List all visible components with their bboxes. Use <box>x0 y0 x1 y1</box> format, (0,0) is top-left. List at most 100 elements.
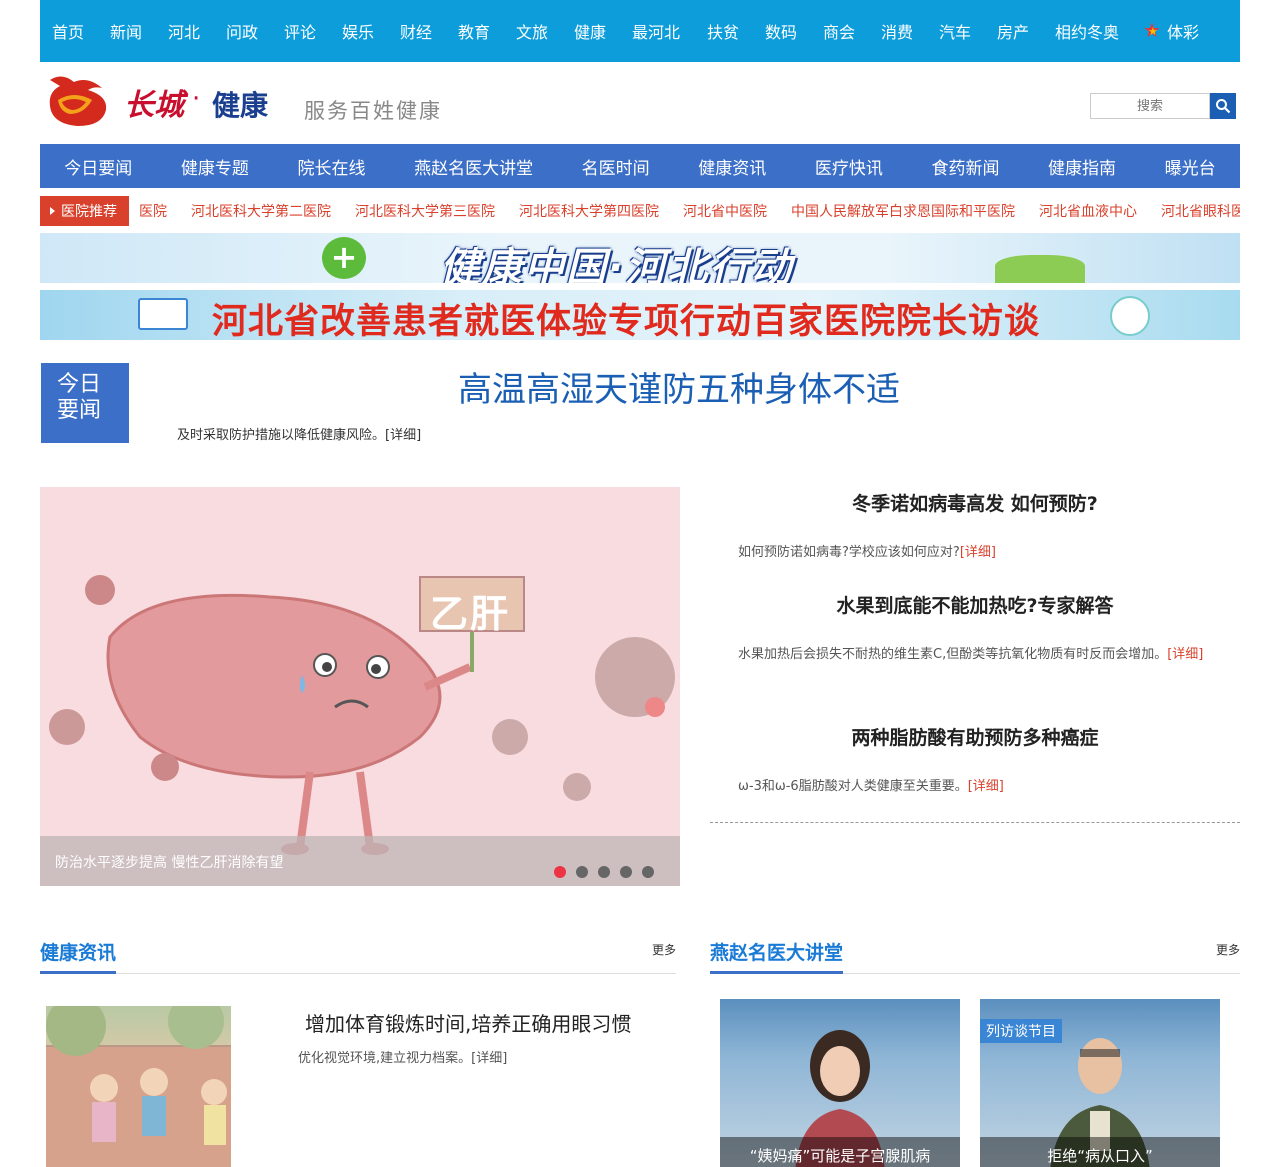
section-title[interactable]: 燕赵名医大讲堂 <box>710 938 844 974</box>
slider-sign-text: 乙肝 <box>430 592 511 636</box>
top-nav-item[interactable]: 最河北 <box>632 19 707 43</box>
main-nav-item[interactable]: 医疗快讯 <box>815 154 883 179</box>
badge-line: 要闻 <box>57 398 102 423</box>
article-title[interactable]: 增加体育锻炼时间,培养正确用眼习惯 <box>305 1008 631 1037</box>
slider-dot[interactable] <box>620 866 632 878</box>
top-nav-item[interactable]: 财经 <box>400 19 458 43</box>
main-nav-item[interactable]: 今日要闻 <box>64 154 132 179</box>
news-more-link[interactable]: [详细] <box>960 545 996 560</box>
news-more-link[interactable]: [详细] <box>968 779 1004 794</box>
headline-desc[interactable]: 及时采取防护措施以降低健康风险。[详细] <box>177 424 421 443</box>
slider-dot[interactable] <box>554 866 566 878</box>
top-nav-item[interactable]: 河北 <box>168 19 226 43</box>
top-nav-item[interactable]: 数码 <box>765 19 823 43</box>
slider-dot[interactable] <box>598 866 610 878</box>
top-nav-item[interactable]: 文旅 <box>516 19 574 43</box>
great-wall-logo-icon <box>49 76 107 126</box>
top-nav-item[interactable]: 扶贫 <box>707 19 765 43</box>
search-input[interactable] <box>1090 93 1210 119</box>
hospital-recommend-label: 医院推荐 <box>61 204 117 220</box>
main-nav-item[interactable]: 院长在线 <box>297 154 365 179</box>
image-slider[interactable]: 乙肝 防治水平逐步提高 慢性乙肝消除有望 <box>40 487 680 886</box>
site-header: 长城 · 健康 服务百姓健康 <box>40 62 1240 144</box>
top-nav-item[interactable]: 教育 <box>458 19 516 43</box>
site-slogan: 服务百姓健康 <box>304 99 442 123</box>
top-nav-item[interactable]: 消费 <box>881 19 939 43</box>
site-logo-subtitle: 健康 <box>212 89 269 122</box>
main-nav-item[interactable]: 健康资讯 <box>698 154 766 179</box>
hospital-link[interactable]: 河北医科大学第二医院 <box>191 201 331 221</box>
news-item: 冬季诺如病毒高发 如何预防? 如何预防诺如病毒?学校应该如何应对?[详细] <box>710 489 1240 568</box>
hospital-link[interactable]: 河北医科大学第四医院 <box>519 201 659 221</box>
banner-healthy-china[interactable]: + 健康中国·河北行动 <box>40 233 1240 283</box>
section-health-info: 健康资讯 更多 <box>40 938 676 974</box>
logo-dot: · <box>192 84 201 114</box>
main-nav-item[interactable]: 名医时间 <box>582 154 650 179</box>
hospital-recommend-bar: 医院推荐 医院 河北医科大学第二医院 河北医科大学第三医院 河北医科大学第四医院… <box>40 195 1240 227</box>
triangle-right-icon <box>50 207 55 215</box>
article-thumbnail[interactable] <box>46 1006 231 1167</box>
top-nav-item-ticai[interactable]: 体彩 <box>1143 19 1201 43</box>
today-news-badge: 今日 要闻 <box>41 363 129 443</box>
today-headline: 今日 要闻 高温高湿天谨防五种身体不适 及时采取防护措施以降低健康风险。[详细] <box>40 362 1240 452</box>
hospital-link[interactable]: 河北省血液中心 <box>1039 201 1137 221</box>
article-desc[interactable]: 优化视觉环境,建立视力档案。[详细] <box>298 1047 507 1066</box>
news-desc-text: 水果加热后会损失不耐热的维生素C,但酚类等抗氧化物质有时反而会增加。 <box>738 647 1168 662</box>
slider-dot[interactable] <box>642 866 654 878</box>
top-nav-item[interactable]: 商会 <box>823 19 881 43</box>
top-nav-item[interactable]: 健康 <box>574 19 632 43</box>
news-desc-text: ω-3和ω-6脂肪酸对人类健康至关重要。 <box>738 779 968 794</box>
top-nav-item[interactable]: 首页 <box>52 19 110 43</box>
medical-plus-icon: + <box>322 237 366 279</box>
news-title[interactable]: 冬季诺如病毒高发 如何预防? <box>710 489 1240 516</box>
news-desc: ω-3和ω-6脂肪酸对人类健康至关重要。[详细] <box>710 772 1240 802</box>
hospital-link[interactable]: 河北省中医院 <box>683 201 767 221</box>
hospital-link[interactable]: 医院 <box>139 201 167 221</box>
slider-dots <box>554 866 654 878</box>
main-nav-item[interactable]: 健康指南 <box>1048 154 1116 179</box>
landscape-decoration <box>995 255 1085 283</box>
top-nav-item[interactable]: 问政 <box>226 19 284 43</box>
liver-illustration <box>49 575 675 855</box>
computer-icon <box>138 298 188 330</box>
headline-title[interactable]: 高温高湿天谨防五种身体不适 <box>458 362 900 411</box>
lottery-star-icon <box>1143 20 1163 41</box>
kids-exercise-illustration <box>46 1006 231 1167</box>
search-icon <box>1216 99 1231 114</box>
banner-title: 河北省改善患者就医体验专项行动百家医院院长访谈 <box>212 302 1041 340</box>
hospital-link[interactable]: 中国人民解放军白求恩国际和平医院 <box>791 201 1015 221</box>
video-card[interactable]: 列访谈节目 拒绝“病从口入” <box>980 999 1220 1167</box>
banner-title: 健康中国·河北行动 <box>440 245 794 283</box>
news-more-link[interactable]: [详细] <box>1167 647 1203 662</box>
top-nav-item[interactable]: 新闻 <box>110 19 168 43</box>
hospital-link[interactable]: 河北医科大学第三医院 <box>355 201 495 221</box>
video-card[interactable]: “姨妈痛”可能是子宫腺肌病 <box>720 999 960 1167</box>
top-nav: 首页 新闻 河北 问政 评论 娱乐 财经 教育 文旅 健康 最河北 扶贫 数码 … <box>40 0 1240 62</box>
doctor-illustration <box>1110 296 1150 336</box>
main-nav-item[interactable]: 健康专题 <box>181 154 249 179</box>
news-item: 水果到底能不能加热吃?专家解答 水果加热后会损失不耐热的维生素C,但酚类等抗氧化… <box>710 591 1240 670</box>
news-desc: 如何预防诺如病毒?学校应该如何应对?[详细] <box>710 538 1240 568</box>
news-title[interactable]: 水果到底能不能加热吃?专家解答 <box>710 591 1240 618</box>
slider-dot[interactable] <box>576 866 588 878</box>
top-nav-item[interactable]: 娱乐 <box>342 19 400 43</box>
section-title[interactable]: 健康资讯 <box>40 938 117 974</box>
hospital-recommend-tag: 医院推荐 <box>40 196 129 226</box>
slider-caption[interactable]: 防治水平逐步提高 慢性乙肝消除有望 <box>40 836 680 886</box>
hospital-link[interactable]: 河北省眼科医院 <box>1161 201 1240 221</box>
more-link[interactable]: 更多 <box>652 941 676 958</box>
main-nav-item[interactable]: 曝光台 <box>1165 154 1216 179</box>
top-nav-item[interactable]: 房产 <box>997 19 1055 43</box>
more-link[interactable]: 更多 <box>1216 941 1240 958</box>
banner-hospital-interview[interactable]: 河北省改善患者就医体验专项行动百家医院院长访谈 <box>40 290 1240 340</box>
top-nav-item[interactable]: 评论 <box>284 19 342 43</box>
main-nav-item[interactable]: 食药新闻 <box>931 154 999 179</box>
search-box <box>1090 93 1236 119</box>
top-nav-item[interactable]: 相约冬奥 <box>1055 19 1143 43</box>
top-nav-item[interactable]: 汽车 <box>939 19 997 43</box>
search-button[interactable] <box>1210 93 1236 119</box>
hospital-list: 医院 河北医科大学第二医院 河北医科大学第三医院 河北医科大学第四医院 河北省中… <box>119 201 1240 221</box>
news-desc: 水果加热后会损失不耐热的维生素C,但酚类等抗氧化物质有时反而会增加。[详细] <box>710 640 1240 670</box>
main-nav-item[interactable]: 燕赵名医大讲堂 <box>414 154 533 179</box>
news-title[interactable]: 两种脂肪酸有助预防多种癌症 <box>710 723 1240 750</box>
